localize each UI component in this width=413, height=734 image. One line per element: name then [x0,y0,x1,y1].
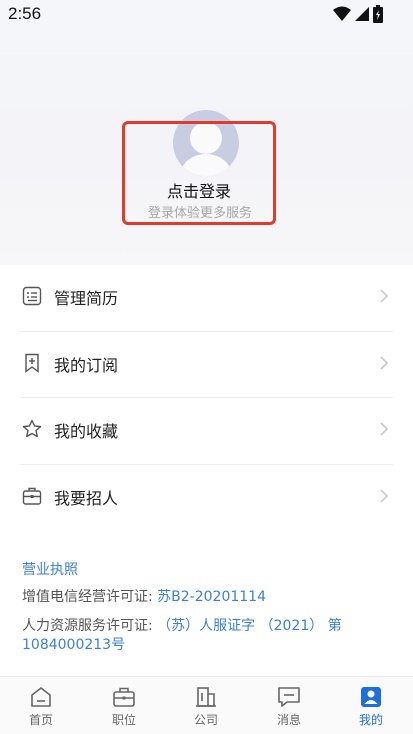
login-title[interactable]: 点击登录 [113,178,285,202]
hr-license: 人力资源服务许可证: （苏）人服证字 （2021） 第1084000213号 [22,617,382,655]
status-time: 2:56 [8,4,42,23]
tab-label: 我的 [358,713,383,727]
menu-item-resume[interactable]: 管理简历 [0,265,413,331]
tab-messages[interactable]: 消息 [248,677,330,734]
bottom-tab-bar: 首页 职位 公司 消息 我的 [0,676,413,734]
login-subtitle: 登录体验更多服务 [147,206,252,221]
telecom-license-value[interactable]: 苏B2-20201114 [157,589,266,605]
menu-item-recruit[interactable]: 我要招人 [0,465,413,531]
message-icon [278,687,300,707]
battery-icon [373,5,383,23]
menu-item-label: 我要招人 [54,489,119,508]
tab-company[interactable]: 公司 [165,677,247,734]
chevron-right-icon [380,422,389,436]
star-icon [22,419,42,438]
chevron-right-icon [380,489,389,503]
tab-label: 消息 [276,713,301,727]
business-license-link[interactable]: 营业执照 [22,559,78,579]
hr-license-label: 人力资源服务许可证: [22,618,158,634]
briefcase-icon [113,687,135,707]
wifi-icon [333,6,351,21]
status-bar: 2:56 [0,0,413,28]
home-icon [31,687,51,707]
tab-profile[interactable]: 我的 [330,677,412,734]
signal-icon [355,7,369,21]
menu-item-label: 我的订阅 [54,356,119,375]
profile-icon [361,687,381,707]
resume-icon [22,286,42,306]
menu-item-label: 我的收藏 [54,422,119,441]
tab-label: 首页 [28,713,53,727]
tab-jobs[interactable]: 职位 [83,677,165,734]
menu-item-subscribe[interactable]: 我的订阅 [0,332,413,398]
menu-item-label: 管理简历 [54,289,119,308]
tab-label: 职位 [111,713,136,727]
briefcase-icon [22,487,42,505]
status-icons [333,5,383,23]
building-icon [196,687,216,707]
menu-item-favorites[interactable]: 我的收藏 [0,398,413,464]
subscribe-icon [25,353,39,373]
chevron-right-icon [380,356,389,370]
telecom-license: 增值电信经营许可证: 苏B2-20201114 [22,588,266,607]
tab-home[interactable]: 首页 [0,677,82,734]
chevron-right-icon [380,289,389,303]
telecom-license-label: 增值电信经营许可证: [22,589,158,605]
tab-label: 公司 [193,713,218,727]
